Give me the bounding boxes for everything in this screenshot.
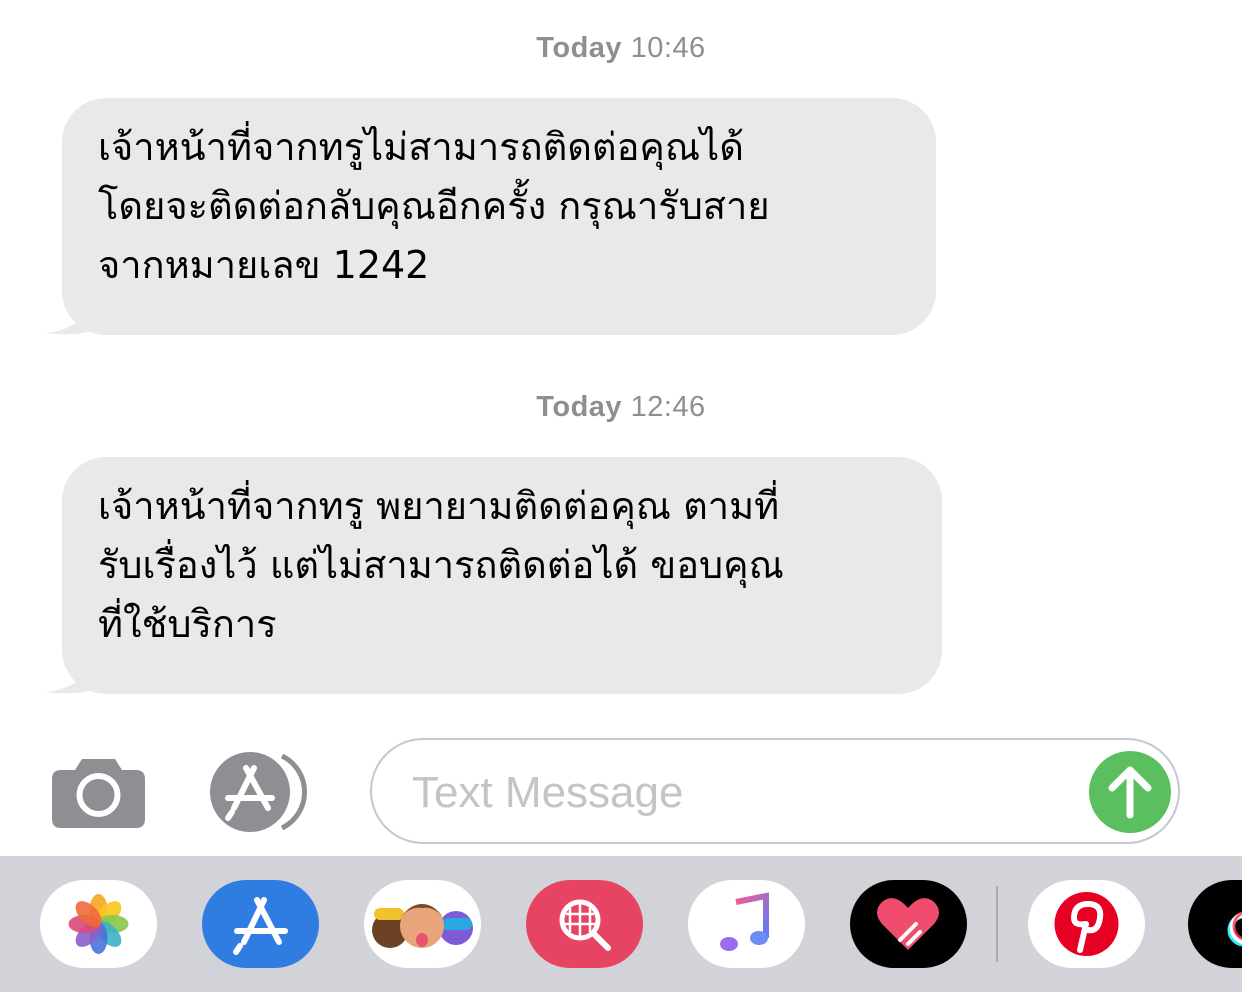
app-music[interactable] — [688, 880, 805, 968]
timestamp-time: 10:46 — [630, 32, 706, 64]
app-drawer — [0, 856, 1242, 992]
camera-icon — [52, 759, 145, 828]
timestamp-day: Today — [536, 32, 623, 64]
app-store-icon — [233, 897, 288, 955]
message-line: เจ้าหน้าที่จากทรูไม่สามารถติดต่อคุณได้ — [98, 125, 744, 169]
camera-button[interactable] — [52, 757, 145, 828]
app-app-store[interactable] — [202, 880, 319, 968]
timestamp: Today 10:46 — [0, 32, 1242, 65]
photos-icon — [68, 894, 129, 954]
message-line: ที่ใช้บริการ — [98, 602, 277, 646]
drawer-divider — [996, 886, 998, 962]
text-message-input[interactable] — [410, 762, 1094, 824]
send-button[interactable] — [1089, 751, 1171, 833]
send-arrow-icon — [1108, 766, 1152, 819]
timestamp-day: Today — [536, 391, 623, 423]
message-field[interactable] — [370, 738, 1180, 844]
message-line: โดยจะติดต่อกลับคุณอีกครั้ง กรุณารับสาย — [98, 184, 770, 228]
message-bubble[interactable]: เจ้าหน้าที่จากทรูไม่สามารถติดต่อคุณได้ โ… — [62, 98, 936, 335]
tiktok-icon — [1227, 911, 1242, 947]
message-line: เจ้าหน้าที่จากทรู พยายามติดต่อคุณ ตามที่ — [98, 484, 780, 528]
message-line: รับเรื่องไว้ แต่ไม่สามารถติดต่อได้ ขอบคุ… — [98, 543, 784, 587]
digital-touch-icon — [877, 898, 939, 950]
apps-button[interactable] — [210, 752, 318, 832]
app-tiktok[interactable] — [1188, 880, 1242, 968]
timestamp-time: 12:46 — [630, 391, 706, 423]
app-photos[interactable] — [40, 880, 157, 968]
app-digital-touch[interactable] — [850, 880, 967, 968]
pinterest-icon — [1054, 892, 1119, 956]
music-icon — [720, 892, 769, 951]
app-memoji[interactable] — [364, 880, 481, 968]
memoji-icon — [372, 904, 473, 948]
message-line: จากหมายเลข 1242 — [98, 243, 430, 287]
images-search-icon — [559, 899, 611, 951]
app-pinterest[interactable] — [1028, 880, 1145, 968]
timestamp: Today 12:46 — [0, 391, 1242, 424]
app-store-icon — [210, 752, 307, 832]
app-images-search[interactable] — [526, 880, 643, 968]
message-bubble[interactable]: เจ้าหน้าที่จากทรู พยายามติดต่อคุณ ตามที่… — [62, 457, 942, 694]
